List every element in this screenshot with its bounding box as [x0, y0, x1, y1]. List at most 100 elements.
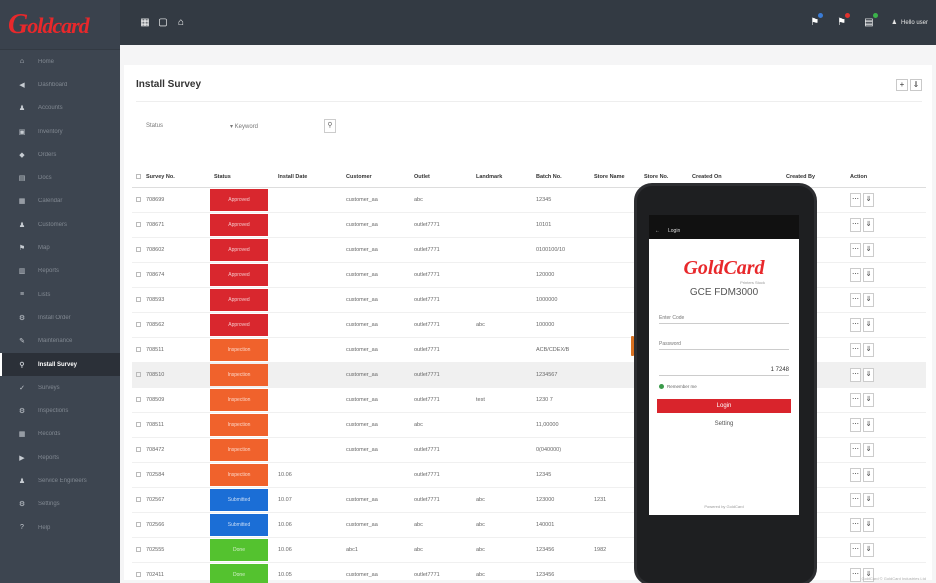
sidebar-item[interactable]: ▣ Inventory	[0, 120, 120, 143]
select-all-checkbox[interactable]	[136, 173, 141, 179]
download-button[interactable]: ⇓	[863, 242, 874, 257]
sidebar-item[interactable]: ◆ Orders	[0, 143, 120, 166]
row-checkbox[interactable]	[136, 496, 141, 502]
more-button[interactable]: ⋯	[850, 392, 861, 407]
more-button[interactable]: ⋯	[850, 567, 861, 582]
column-header[interactable]: Landmark	[472, 167, 532, 188]
sidebar-item[interactable]: ◀ Dashboard	[0, 73, 120, 96]
row-checkbox[interactable]	[136, 221, 141, 227]
more-button[interactable]: ⋯	[850, 242, 861, 257]
sidebar-item[interactable]: ✓ Surveys	[0, 376, 120, 399]
more-button[interactable]: ⋯	[850, 492, 861, 507]
back-icon[interactable]: ←	[655, 228, 660, 234]
column-header[interactable]: Status	[210, 167, 274, 188]
phone-password-field[interactable]: Password	[659, 334, 789, 350]
download-button[interactable]: ⇓	[863, 442, 874, 457]
sidebar-item[interactable]: ♟ Customers	[0, 213, 120, 236]
sidebar-item[interactable]: ▤ Docs	[0, 166, 120, 189]
bell-icon[interactable]: ⚑	[837, 13, 851, 28]
sidebar-item[interactable]: ⚑ Map	[0, 236, 120, 259]
download-button[interactable]: ⇓	[863, 292, 874, 307]
status-select[interactable]: Status	[142, 118, 212, 134]
sidebar-item[interactable]: ⚙ Settings	[0, 493, 120, 516]
column-header[interactable]: Batch No.	[532, 167, 590, 188]
download-button[interactable]: ⇓	[863, 417, 874, 432]
sidebar-item[interactable]: ♟ Accounts	[0, 97, 120, 120]
more-button[interactable]: ⋯	[850, 292, 861, 307]
brand-logo[interactable]: Goldcard	[0, 0, 120, 50]
sidebar-item[interactable]: ⚙ Install Order	[0, 306, 120, 329]
more-button[interactable]: ⋯	[850, 217, 861, 232]
sidebar-item[interactable]: ≡ Lists	[0, 283, 120, 306]
phone-code-field[interactable]: 1 7248	[659, 360, 789, 376]
column-header[interactable]: Action	[846, 167, 926, 188]
sidebar-item[interactable]: ♟ Service Engineers	[0, 469, 120, 492]
more-button[interactable]: ⋯	[850, 517, 861, 532]
sidebar-item[interactable]: ▦ Calendar	[0, 190, 120, 213]
phone-username-field[interactable]: Enter Code	[659, 308, 789, 324]
download-button[interactable]: ⇓	[863, 492, 874, 507]
sidebar-item[interactable]: ▶ Reports	[0, 446, 120, 469]
sidebar-item[interactable]: ▦ Records	[0, 423, 120, 446]
sidebar-item-label: Surveys	[38, 384, 60, 391]
search-button[interactable]: ⚲	[324, 119, 336, 133]
flag-icon[interactable]: ⚑	[810, 13, 824, 28]
survey-no: 708593	[146, 296, 165, 303]
row-checkbox[interactable]	[136, 296, 141, 302]
more-button[interactable]: ⋯	[850, 467, 861, 482]
download-button[interactable]: ⇓	[863, 267, 874, 282]
row-checkbox[interactable]	[136, 421, 141, 427]
row-checkbox[interactable]	[136, 346, 141, 352]
download-button[interactable]: ⇓	[863, 367, 874, 382]
download-button[interactable]: ⇓	[863, 467, 874, 482]
more-button[interactable]: ⋯	[850, 317, 861, 332]
sidebar-item[interactable]: ⌂ Home	[0, 50, 120, 73]
download-button[interactable]: ⇓	[863, 542, 874, 557]
more-button[interactable]: ⋯	[850, 417, 861, 432]
download-button[interactable]: ⇓	[863, 317, 874, 332]
more-button[interactable]: ⋯	[850, 542, 861, 557]
home-icon[interactable]: ⌂	[176, 17, 186, 28]
grid-icon[interactable]: ▦	[140, 17, 150, 28]
sidebar-item[interactable]: ✎ Maintenance	[0, 330, 120, 353]
row-checkbox[interactable]	[136, 546, 141, 552]
sidebar-item[interactable]: ▥ Reports	[0, 260, 120, 283]
more-button[interactable]: ⋯	[850, 442, 861, 457]
login-button[interactable]: Login	[657, 399, 791, 413]
sidebar-item[interactable]: ⚲ Install Survey	[0, 352, 120, 377]
setting-link[interactable]: Setting	[649, 421, 799, 427]
more-button[interactable]: ⋯	[850, 342, 861, 357]
row-checkbox[interactable]	[136, 471, 141, 477]
keyword-input[interactable]: ▾ Keyword	[226, 118, 316, 134]
column-header[interactable]: Customer	[342, 167, 410, 188]
row-checkbox[interactable]	[136, 521, 141, 527]
more-button[interactable]: ⋯	[850, 367, 861, 382]
column-header[interactable]: Store Name	[590, 167, 640, 188]
download-button[interactable]: ⇓	[863, 192, 874, 207]
row-checkbox[interactable]	[136, 196, 141, 202]
download-button[interactable]: ⇓	[863, 342, 874, 357]
row-checkbox[interactable]	[136, 371, 141, 377]
square-icon[interactable]: ▢	[158, 17, 168, 28]
column-header[interactable]: Install Date	[274, 167, 342, 188]
add-button[interactable]: +	[896, 79, 908, 91]
row-checkbox[interactable]	[136, 571, 141, 577]
user-menu[interactable]: ♟ Hello user	[892, 19, 928, 27]
more-button[interactable]: ⋯	[850, 267, 861, 282]
row-checkbox[interactable]	[136, 246, 141, 252]
download-button[interactable]: ⇓	[863, 217, 874, 232]
row-checkbox[interactable]	[136, 271, 141, 277]
row-checkbox[interactable]	[136, 446, 141, 452]
download-button[interactable]: ⇓	[863, 392, 874, 407]
more-button[interactable]: ⋯	[850, 192, 861, 207]
row-checkbox[interactable]	[136, 396, 141, 402]
row-checkbox[interactable]	[136, 321, 141, 327]
remember-checkbox[interactable]: Remember me	[659, 384, 789, 389]
column-header[interactable]: Outlet	[410, 167, 472, 188]
download-button[interactable]: ⇓	[863, 517, 874, 532]
sidebar-item[interactable]: ? Help	[0, 516, 120, 539]
message-icon[interactable]: ▤	[864, 13, 878, 28]
export-button[interactable]: ⇓	[910, 79, 922, 91]
column-header[interactable]: Survey No.	[132, 167, 210, 188]
sidebar-item[interactable]: ⚙ Inspections	[0, 399, 120, 422]
